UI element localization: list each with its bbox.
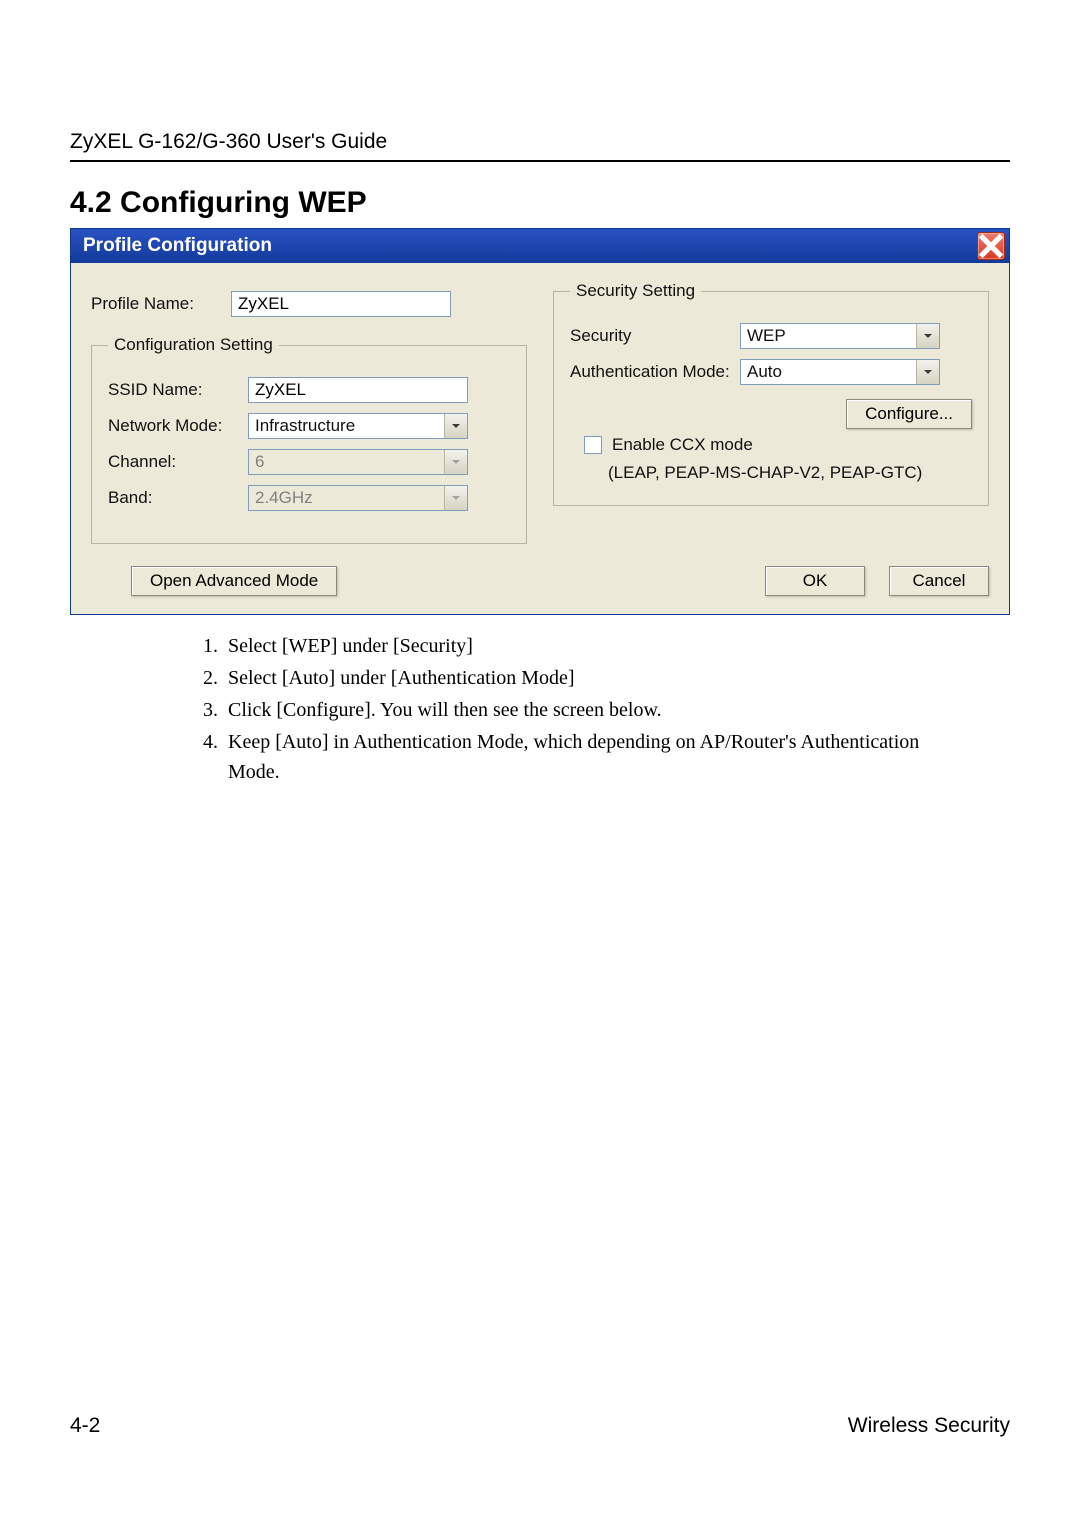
dialog-title: Profile Configuration	[83, 235, 272, 257]
security-setting-legend: Security Setting	[570, 281, 701, 301]
network-mode-label: Network Mode:	[108, 416, 248, 436]
network-mode-select[interactable]: Infrastructure	[248, 413, 468, 439]
band-value: 2.4GHz	[249, 486, 444, 510]
list-item: Select [Auto] under [Authentication Mode…	[190, 663, 950, 693]
configuration-setting-group: Configuration Setting SSID Name: Network…	[91, 335, 527, 544]
auth-mode-label: Authentication Mode:	[570, 362, 740, 382]
section-title: 4.2 Configuring WEP	[70, 186, 1010, 220]
chevron-down-icon	[916, 324, 939, 348]
security-value: WEP	[741, 324, 916, 348]
chevron-down-icon	[444, 450, 467, 474]
ssid-label: SSID Name:	[108, 380, 248, 400]
chevron-down-icon	[444, 486, 467, 510]
list-item: Click [Configure]. You will then see the…	[190, 695, 950, 725]
enable-ccx-checkbox[interactable]	[584, 436, 602, 454]
chevron-down-icon	[444, 414, 467, 438]
dialog-titlebar: Profile Configuration	[71, 229, 1009, 263]
profile-name-label: Profile Name:	[91, 294, 231, 314]
instruction-list: Select [WEP] under [Security] Select [Au…	[190, 631, 950, 787]
cancel-button[interactable]: Cancel	[889, 566, 989, 596]
channel-select: 6	[248, 449, 468, 475]
list-item: Keep [Auto] in Authentication Mode, whic…	[190, 727, 950, 787]
list-item: Select [WEP] under [Security]	[190, 631, 950, 661]
auth-mode-value: Auto	[741, 360, 916, 384]
channel-value: 6	[249, 450, 444, 474]
security-select[interactable]: WEP	[740, 323, 940, 349]
footer-section: Wireless Security	[848, 1414, 1010, 1438]
doc-header: ZyXEL G-162/G-360 User's Guide	[70, 130, 1010, 162]
auth-mode-select[interactable]: Auto	[740, 359, 940, 385]
security-label: Security	[570, 326, 740, 346]
band-select: 2.4GHz	[248, 485, 468, 511]
profile-name-input[interactable]	[231, 291, 451, 317]
ccx-note: (LEAP, PEAP-MS-CHAP-V2, PEAP-GTC)	[608, 463, 972, 483]
page-number: 4-2	[70, 1414, 100, 1438]
open-advanced-button[interactable]: Open Advanced Mode	[131, 566, 337, 596]
chevron-down-icon	[916, 360, 939, 384]
enable-ccx-label: Enable CCX mode	[612, 435, 753, 455]
close-icon[interactable]	[977, 232, 1005, 260]
profile-config-dialog: Profile Configuration Profile Name: Conf…	[70, 228, 1010, 615]
channel-label: Channel:	[108, 452, 248, 472]
configuration-setting-legend: Configuration Setting	[108, 335, 279, 355]
ssid-input[interactable]	[248, 377, 468, 403]
network-mode-value: Infrastructure	[249, 414, 444, 438]
band-label: Band:	[108, 488, 248, 508]
ok-button[interactable]: OK	[765, 566, 865, 596]
security-setting-group: Security Setting Security WEP Authentica…	[553, 281, 989, 506]
configure-button[interactable]: Configure...	[846, 399, 972, 429]
